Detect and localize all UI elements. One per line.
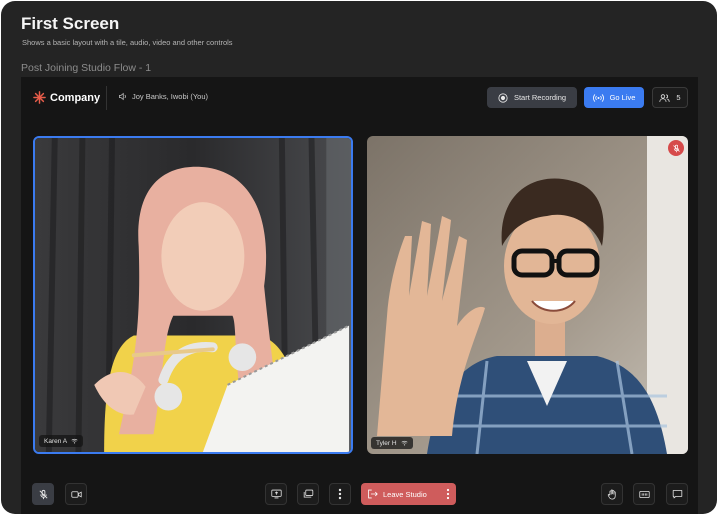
layout-icon — [303, 489, 313, 498]
brand-name: Company — [50, 91, 101, 104]
mic-toggle-button[interactable] — [32, 483, 54, 505]
mic-off-icon — [39, 489, 47, 499]
participant-count: 5 — [676, 93, 681, 102]
participant-name: Karen A — [44, 437, 68, 445]
leave-studio-label: Leave Studio — [383, 489, 427, 499]
leave-more-icon[interactable] — [446, 488, 450, 500]
start-recording-button[interactable]: Start Recording — [487, 87, 577, 108]
app-window: First Screen Shows a basic layout with a… — [1, 1, 717, 514]
layout-button[interactable] — [297, 483, 319, 505]
brand-logo-icon — [33, 91, 46, 104]
more-icon — [338, 488, 342, 500]
studio-topbar: Company Joy Banks, Iwobi (You) Start Rec… — [21, 77, 698, 119]
record-icon — [498, 92, 508, 103]
active-speaker: Joy Banks, Iwobi (You) — [118, 92, 208, 101]
wifi-icon — [71, 438, 78, 444]
exit-icon — [368, 489, 378, 499]
mic-off-icon — [672, 144, 680, 152]
muted-badge — [668, 140, 684, 156]
more-options-button[interactable] — [329, 483, 351, 505]
go-live-button[interactable]: Go Live — [584, 87, 644, 108]
active-speaker-names: Joy Banks, Iwobi (You) — [132, 92, 209, 101]
video-tile-tyler[interactable]: Tyler H — [367, 136, 688, 454]
go-live-label: Go Live — [609, 93, 636, 102]
broadcast-icon — [592, 93, 604, 102]
brand-logo: Company — [33, 91, 100, 104]
start-recording-label: Start Recording — [513, 93, 567, 102]
chat-icon — [672, 490, 682, 499]
participant-name: Tyler H — [376, 439, 397, 447]
camera-icon — [70, 490, 82, 498]
page-title: First Screen — [21, 14, 120, 33]
screen-share-icon — [270, 489, 282, 499]
camera-toggle-button[interactable] — [65, 483, 87, 505]
speaker-icon — [119, 92, 126, 101]
participant-name-tag: Tyler H — [371, 437, 413, 449]
topbar-divider — [106, 86, 107, 110]
captions-button[interactable] — [633, 483, 655, 505]
participant-video-karen — [35, 138, 351, 452]
participant-name-tag: Karen A — [39, 435, 84, 447]
wifi-icon — [401, 440, 408, 446]
flow-label: Post Joining Studio Flow - 1 — [21, 62, 152, 74]
raise-hand-button[interactable] — [601, 483, 623, 505]
participants-button[interactable]: 5 — [652, 87, 688, 108]
page-subtitle: Shows a basic layout with a tile, audio,… — [22, 38, 233, 47]
captions-icon — [638, 490, 650, 498]
leave-studio-button[interactable]: Leave Studio — [361, 483, 456, 505]
participant-video-tyler — [367, 136, 688, 454]
studio-panel: Company Joy Banks, Iwobi (You) Start Rec… — [21, 77, 698, 514]
video-tile-karen[interactable]: Karen A — [33, 136, 353, 454]
people-icon — [659, 93, 671, 102]
raise-hand-icon — [607, 489, 616, 499]
screen-share-button[interactable] — [265, 483, 287, 505]
chat-button[interactable] — [666, 483, 688, 505]
